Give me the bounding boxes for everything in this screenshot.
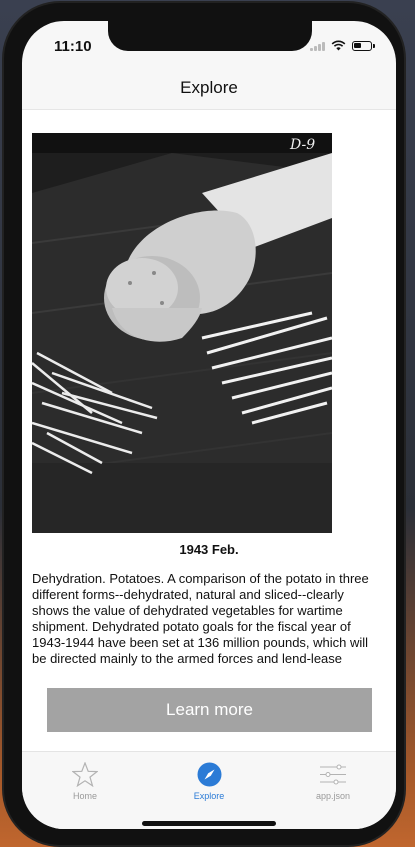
tab-app-json[interactable]: app.json — [278, 762, 388, 802]
article-description: Dehydration. Potatoes. A comparison of t… — [32, 571, 369, 666]
potato-photo: D-9 — [32, 133, 332, 533]
tab-home[interactable]: Home — [30, 762, 140, 802]
tab-home-label: Home — [72, 791, 97, 801]
learn-more-button[interactable]: Learn more — [47, 688, 372, 732]
tab-app-json-label: app.json — [315, 791, 351, 801]
battery-icon — [352, 40, 375, 51]
sliders-icon — [320, 764, 346, 785]
status-icons — [310, 40, 375, 51]
status-time: 11:10 — [54, 38, 92, 55]
svg-text:D-9: D-9 — [289, 137, 315, 153]
cellular-signal-icon — [310, 41, 325, 51]
tab-bar: Home Explore app.json — [22, 751, 396, 829]
star-icon — [72, 762, 98, 787]
page-title: Explore — [180, 78, 238, 97]
tab-explore-label: Explore — [193, 791, 225, 801]
wifi-icon — [331, 40, 346, 51]
explore-content: D-9 1943 Feb. Dehydration. Potatoes. A c… — [22, 110, 396, 751]
article-date: 1943 Feb. — [179, 542, 239, 557]
navigation-header: Explore — [22, 67, 396, 110]
phone-screen: 11:10 Explore D-9 1943 Feb. Dehydration.… — [22, 21, 396, 829]
phone-frame: 11:10 Explore D-9 1943 Feb. Dehydration.… — [4, 3, 404, 845]
compass-icon — [197, 762, 221, 787]
tab-explore[interactable]: Explore — [154, 762, 264, 802]
notch — [108, 21, 312, 51]
home-indicator — [142, 821, 276, 826]
